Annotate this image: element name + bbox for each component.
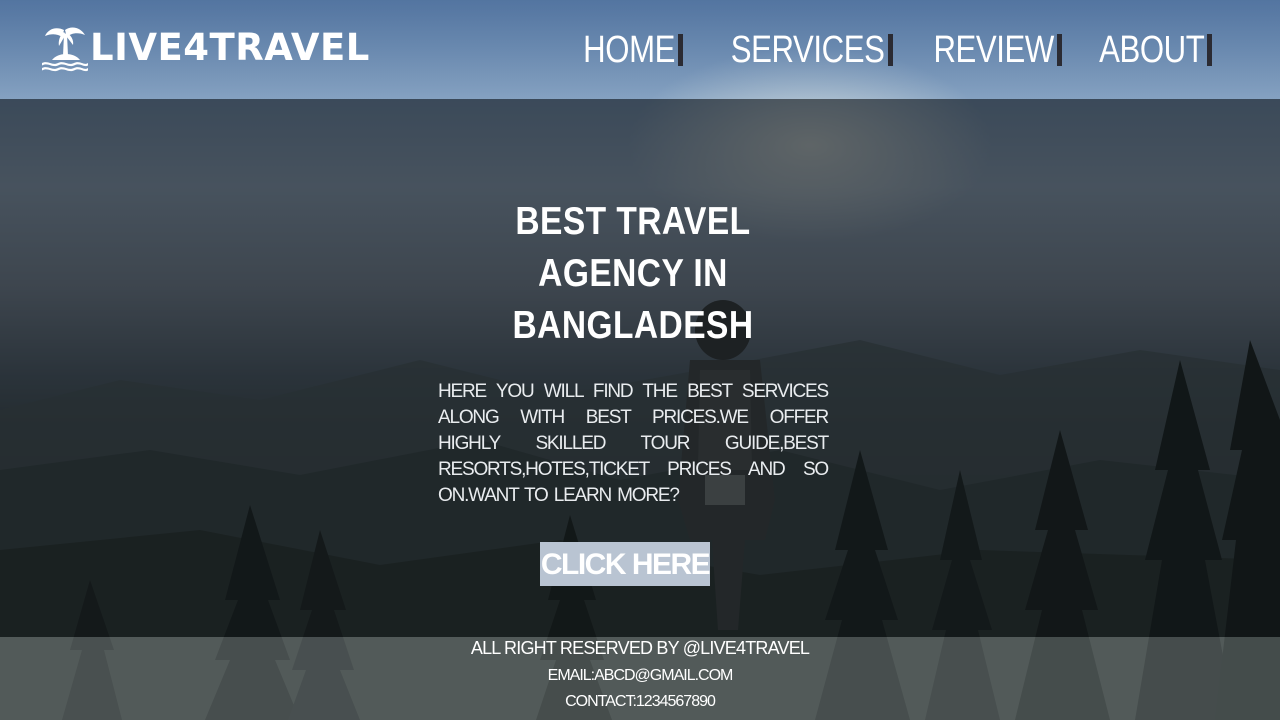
- hero-title-line2: BANGLADESH: [512, 304, 754, 347]
- palm-island-icon: [42, 24, 88, 72]
- main-navigation: HOME SERVICES REVIEW ABOUT: [549, 28, 1212, 72]
- nav-separator: [1056, 34, 1062, 66]
- site-footer: ALL RIGHT RESERVED BY @LIVE4TRAVEL EMAIL…: [0, 637, 1280, 720]
- nav-separator: [887, 34, 893, 66]
- nav-label-services: SERVICES: [730, 29, 885, 71]
- nav-item-review[interactable]: REVIEW: [907, 28, 1062, 72]
- hero-title: BEST TRAVEL AGENCY IN BANGLADESH: [465, 196, 800, 352]
- footer-copyright: ALL RIGHT RESERVED BY @LIVE4TRAVEL: [470, 638, 810, 658]
- nav-label-review: REVIEW: [933, 29, 1054, 71]
- footer-email: EMAIL:ABCD@GMAIL.COM: [547, 667, 734, 684]
- brand-name: LIVE4TRAVEL: [90, 26, 370, 69]
- nav-label-about: ABOUT: [1098, 29, 1205, 71]
- site-header: LIVE4TRAVEL HOME SERVICES REVIEW ABOUT: [0, 0, 1280, 99]
- footer-contact: CONTACT:1234567890: [565, 693, 716, 710]
- page-background: LIVE4TRAVEL HOME SERVICES REVIEW ABOUT B…: [0, 0, 1280, 720]
- nav-separator: [1207, 34, 1212, 66]
- hero-section: BEST TRAVEL AGENCY IN BANGLADESH HERE YO…: [438, 196, 829, 586]
- click-here-button[interactable]: CLICK HERE: [539, 542, 711, 586]
- nav-separator: [678, 34, 684, 66]
- nav-item-services[interactable]: SERVICES: [697, 28, 893, 72]
- nav-item-about[interactable]: ABOUT: [1076, 28, 1212, 72]
- nav-item-home[interactable]: HOME: [563, 28, 684, 72]
- hero-title-line1: BEST TRAVEL AGENCY IN: [515, 200, 751, 295]
- brand-logo-link[interactable]: LIVE4TRAVEL: [42, 24, 370, 72]
- hero-description: HERE YOU WILL FIND THE BEST SERVICES ALO…: [438, 381, 829, 506]
- nav-label-home: HOME: [583, 29, 676, 71]
